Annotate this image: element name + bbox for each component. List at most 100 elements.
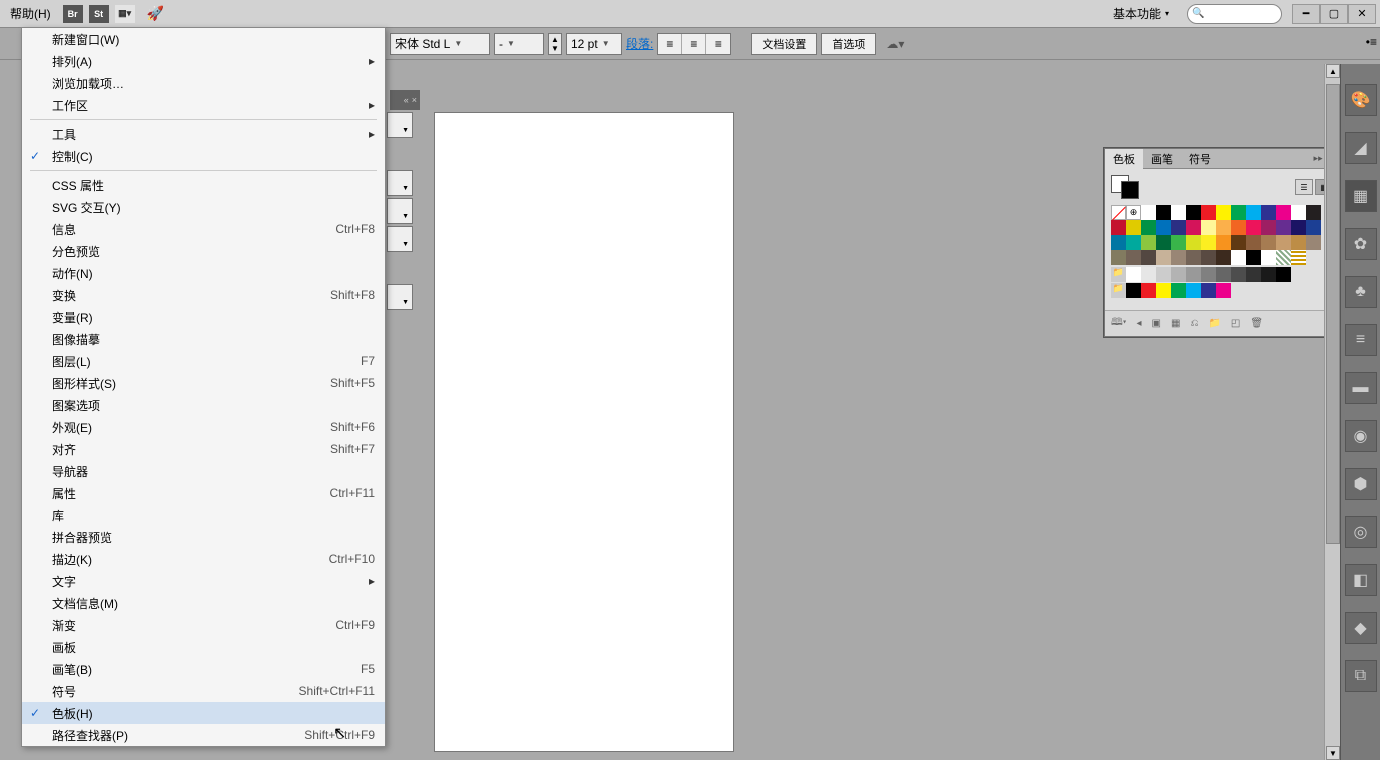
- document-tab[interactable]: «×: [390, 90, 420, 110]
- menu-navigator[interactable]: 导航器: [22, 460, 385, 482]
- swatch[interactable]: [1201, 267, 1216, 282]
- menu-browse-addons[interactable]: 浏览加载项…: [22, 72, 385, 94]
- break-link-icon[interactable]: ⎌: [1190, 318, 1198, 329]
- dropdown-stub-4[interactable]: ▼: [387, 226, 413, 252]
- paragraph-align[interactable]: ≡ ≡ ≡: [657, 33, 731, 55]
- swatch[interactable]: [1141, 220, 1156, 235]
- maximize-button[interactable]: ▢: [1320, 4, 1348, 24]
- menu-document-info[interactable]: 文档信息(M): [22, 592, 385, 614]
- bridge-icon[interactable]: Br: [63, 5, 83, 23]
- graphic-styles-dock-icon[interactable]: ◧: [1345, 564, 1377, 596]
- menu-stroke[interactable]: 描边(K)Ctrl+F10: [22, 548, 385, 570]
- swatch[interactable]: [1201, 205, 1216, 220]
- swatch[interactable]: [1306, 220, 1321, 235]
- swatch[interactable]: [1171, 205, 1186, 220]
- swatch[interactable]: [1156, 205, 1171, 220]
- swatch[interactable]: [1201, 235, 1216, 250]
- menu-svg-interactivity[interactable]: SVG 交互(Y): [22, 196, 385, 218]
- menu-type[interactable]: 文字: [22, 570, 385, 592]
- menu-graphic-styles[interactable]: 图形样式(S)Shift+F5: [22, 372, 385, 394]
- menu-layers[interactable]: 图层(L)F7: [22, 350, 385, 372]
- menu-swatches[interactable]: ✓色板(H): [22, 702, 385, 724]
- swatch[interactable]: [1111, 250, 1126, 265]
- symbols-dock-icon[interactable]: ♣: [1345, 276, 1377, 308]
- menu-transform[interactable]: 变换Shift+F8: [22, 284, 385, 306]
- swatch-options-icon[interactable]: ▣: [1152, 318, 1161, 329]
- swatch[interactable]: [1201, 250, 1216, 265]
- swatch[interactable]: [1306, 235, 1321, 250]
- dropdown-stub-2[interactable]: ▼: [387, 170, 413, 196]
- dropdown-stub-5[interactable]: ▼: [387, 284, 413, 310]
- swatch[interactable]: [1276, 220, 1291, 235]
- arrange-docs-icon[interactable]: ▦▾: [115, 5, 135, 23]
- swatch[interactable]: [1141, 283, 1156, 298]
- tab-close-icon[interactable]: ×: [412, 95, 417, 105]
- swatch[interactable]: [1291, 205, 1306, 220]
- swatch[interactable]: [1276, 250, 1291, 265]
- tab-brushes[interactable]: 画笔: [1143, 149, 1181, 169]
- swatch[interactable]: [1246, 250, 1261, 265]
- cloud-icon[interactable]: ☁▾: [880, 37, 910, 51]
- control-menu-icon[interactable]: •≡: [1366, 35, 1377, 49]
- swatch-libraries-icon[interactable]: 🕮▾: [1111, 315, 1127, 332]
- collapse-icon[interactable]: ▸▸: [1314, 153, 1323, 164]
- menu-separation-preview[interactable]: 分色预览: [22, 240, 385, 262]
- swatch-group-folder[interactable]: 📁: [1111, 283, 1126, 298]
- swatch[interactable]: [1216, 205, 1231, 220]
- search-input[interactable]: [1187, 4, 1282, 24]
- workspace-switcher[interactable]: 基本功能 ▾: [1105, 3, 1177, 24]
- scrollbar-thumb[interactable]: [1326, 84, 1340, 544]
- swatch[interactable]: [1276, 205, 1291, 220]
- menu-actions[interactable]: 动作(N): [22, 262, 385, 284]
- swatch[interactable]: [1261, 267, 1276, 282]
- document-setup-button[interactable]: 文档设置: [751, 33, 817, 55]
- swatch[interactable]: [1156, 283, 1171, 298]
- swatch[interactable]: [1246, 235, 1261, 250]
- swatch[interactable]: [1216, 283, 1231, 298]
- swatch[interactable]: [1141, 235, 1156, 250]
- menu-workspace[interactable]: 工作区: [22, 94, 385, 116]
- font-size-stepper[interactable]: ▲▼: [548, 33, 562, 55]
- stroke-dock-icon[interactable]: ≡: [1345, 324, 1377, 356]
- close-button[interactable]: ✕: [1348, 4, 1376, 24]
- swatch[interactable]: [1216, 220, 1231, 235]
- menu-info[interactable]: 信息Ctrl+F8: [22, 218, 385, 240]
- swatch[interactable]: [1171, 235, 1186, 250]
- delete-swatch-icon[interactable]: 🗑: [1250, 318, 1263, 329]
- swatch[interactable]: [1186, 205, 1201, 220]
- swatch[interactable]: [1291, 220, 1306, 235]
- swatch[interactable]: [1201, 220, 1216, 235]
- swatch[interactable]: [1186, 220, 1201, 235]
- swatch[interactable]: [1261, 205, 1276, 220]
- swatch[interactable]: ⊕: [1126, 205, 1141, 220]
- swatch[interactable]: [1186, 283, 1201, 298]
- menu-help[interactable]: 帮助(H): [4, 1, 57, 26]
- swatch[interactable]: [1141, 250, 1156, 265]
- menu-symbols[interactable]: 符号Shift+Ctrl+F11: [22, 680, 385, 702]
- appearance-dock-icon[interactable]: ◎: [1345, 516, 1377, 548]
- menu-arrange[interactable]: 排列(A): [22, 50, 385, 72]
- swatch[interactable]: [1141, 267, 1156, 282]
- stock-icon[interactable]: St: [89, 5, 109, 23]
- vertical-scrollbar[interactable]: ▲ ▼: [1324, 64, 1340, 760]
- swatch-group-folder[interactable]: 📁: [1111, 267, 1126, 282]
- swatch[interactable]: [1126, 220, 1141, 235]
- swatch[interactable]: [1111, 235, 1126, 250]
- font-style-select[interactable]: -▼: [494, 33, 544, 55]
- scroll-down-icon[interactable]: ▼: [1326, 746, 1340, 760]
- menu-new-window[interactable]: 新建窗口(W): [22, 28, 385, 50]
- font-size-select[interactable]: 12 pt▼: [566, 33, 622, 55]
- swatch[interactable]: [1126, 267, 1141, 282]
- font-family-select[interactable]: 宋体 Std L▼: [390, 33, 490, 55]
- new-color-group-icon[interactable]: ▦: [1171, 318, 1180, 329]
- swatch[interactable]: [1216, 250, 1231, 265]
- tab-swatches[interactable]: 色板: [1105, 149, 1143, 169]
- swatch[interactable]: [1261, 250, 1276, 265]
- menu-artboards[interactable]: 画板: [22, 636, 385, 658]
- swatch[interactable]: [1111, 220, 1126, 235]
- swatch[interactable]: [1156, 220, 1171, 235]
- paragraph-link[interactable]: 段落:: [626, 35, 653, 52]
- swatch[interactable]: [1291, 250, 1306, 265]
- swatch[interactable]: [1246, 267, 1261, 282]
- swatch[interactable]: [1231, 220, 1246, 235]
